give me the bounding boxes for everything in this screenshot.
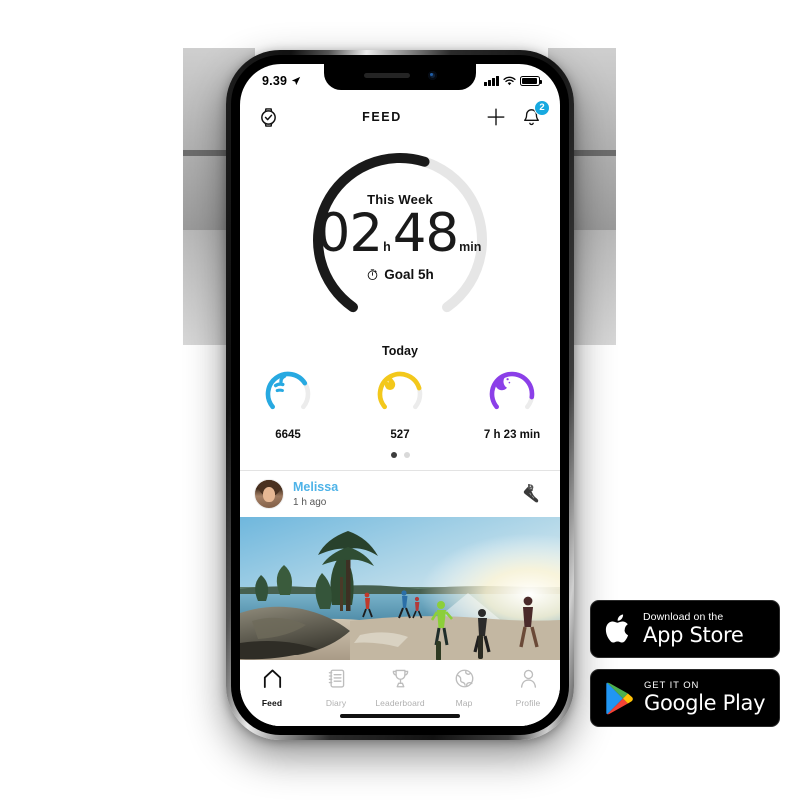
avatar[interactable]: [254, 479, 284, 509]
tab-profile[interactable]: Profile: [499, 667, 557, 708]
wifi-icon: [503, 76, 516, 86]
post-username[interactable]: Melissa: [293, 480, 520, 496]
app-store-badge[interactable]: Download on the App Store: [590, 600, 780, 658]
page-indicator[interactable]: [240, 452, 560, 458]
globe-icon: [455, 669, 473, 688]
tab-leaderboard[interactable]: Leaderboard: [371, 667, 429, 708]
feed-content: This Week 02 h 48 min Goal 5h Today 6645…: [240, 140, 560, 726]
trophy-icon: [392, 669, 408, 688]
running-shoe-icon[interactable]: [520, 481, 546, 507]
store-badges: Download on the App Store GET IT ON Goog…: [590, 600, 780, 738]
goal-text: Goal 5h: [384, 267, 434, 282]
front-camera-icon: [427, 71, 437, 80]
metric-sleep[interactable]: 7 h 23 min: [476, 368, 548, 441]
apple-logo-icon: [605, 614, 629, 643]
page-dot-1[interactable]: [390, 452, 397, 458]
metric-value-sleep: 7 h 23 min: [483, 429, 541, 441]
tab-diary[interactable]: Diary: [307, 667, 365, 708]
week-duration: 02 h 48 min: [240, 207, 560, 260]
tab-label-feed: Feed: [261, 698, 283, 708]
week-minutes-unit: min: [459, 240, 482, 254]
weekly-progress-ring: This Week 02 h 48 min Goal 5h: [240, 140, 560, 340]
metric-calories[interactable]: 527: [364, 368, 436, 441]
person-icon: [520, 669, 536, 688]
tab-label-leaderboard: Leaderboard: [375, 698, 425, 708]
app-navbar: FEED 2: [240, 94, 560, 140]
phone-notch: [324, 64, 476, 90]
metric-ring-calories: [377, 371, 423, 410]
watch-icon[interactable]: [258, 107, 279, 128]
app-store-big-label: App Store: [643, 622, 744, 647]
feed-post-photo[interactable]: [240, 517, 560, 661]
stopwatch-icon: [367, 269, 378, 281]
notification-badge: 2: [534, 99, 550, 116]
tab-label-profile: Profile: [515, 698, 541, 708]
google-play-logo-icon: [606, 682, 633, 714]
phone-mockup: 9.39 FEED 2 This Week 02 h 48 min Goal 5…: [226, 50, 574, 740]
status-bar-time: 9.39: [262, 74, 288, 88]
feed-post-header[interactable]: Melissa 1 h ago: [240, 471, 560, 517]
page-title: FEED: [362, 110, 402, 124]
metric-value-calories: 527: [390, 429, 410, 441]
week-hours: 02: [316, 203, 383, 264]
metric-value-steps: 6645: [275, 429, 301, 441]
notebook-icon: [328, 669, 344, 688]
tab-label-diary: Diary: [325, 698, 347, 708]
week-hours-unit: h: [383, 240, 391, 254]
plus-icon[interactable]: [485, 106, 507, 128]
google-play-badge[interactable]: GET IT ON Google Play: [590, 669, 780, 727]
google-play-big-label: Google Play: [644, 691, 766, 716]
earpiece-speaker: [363, 73, 410, 78]
home-icon: [263, 669, 281, 689]
tab-feed[interactable]: Feed: [243, 667, 301, 708]
app-store-small-label: Download on the: [643, 610, 724, 623]
metric-ring-steps: [265, 371, 311, 410]
tab-label-map: Map: [455, 698, 473, 708]
google-play-small-label: GET IT ON: [644, 680, 700, 692]
metric-steps[interactable]: 6645: [252, 368, 324, 441]
today-metrics: 6645 527 7 h 23 min: [240, 368, 560, 441]
page-dot-2[interactable]: [403, 452, 410, 458]
screenshot-stage: 9.39 FEED 2 This Week 02 h 48 min Goal 5…: [0, 0, 800, 800]
tab-map[interactable]: Map: [435, 667, 493, 708]
post-timestamp: 1 h ago: [293, 496, 327, 508]
moon-icon: [495, 377, 511, 391]
cellular-signal-icon: [484, 76, 499, 86]
home-indicator[interactable]: [340, 713, 460, 718]
battery-icon: [520, 76, 542, 86]
bell-icon[interactable]: 2: [521, 99, 550, 128]
phone-screen: 9.39 FEED 2 This Week 02 h 48 min Goal 5…: [240, 64, 560, 726]
metric-ring-sleep: [489, 371, 535, 410]
week-minutes: 48: [392, 203, 459, 264]
location-arrow-icon: [291, 76, 301, 86]
today-label: Today: [382, 344, 418, 358]
